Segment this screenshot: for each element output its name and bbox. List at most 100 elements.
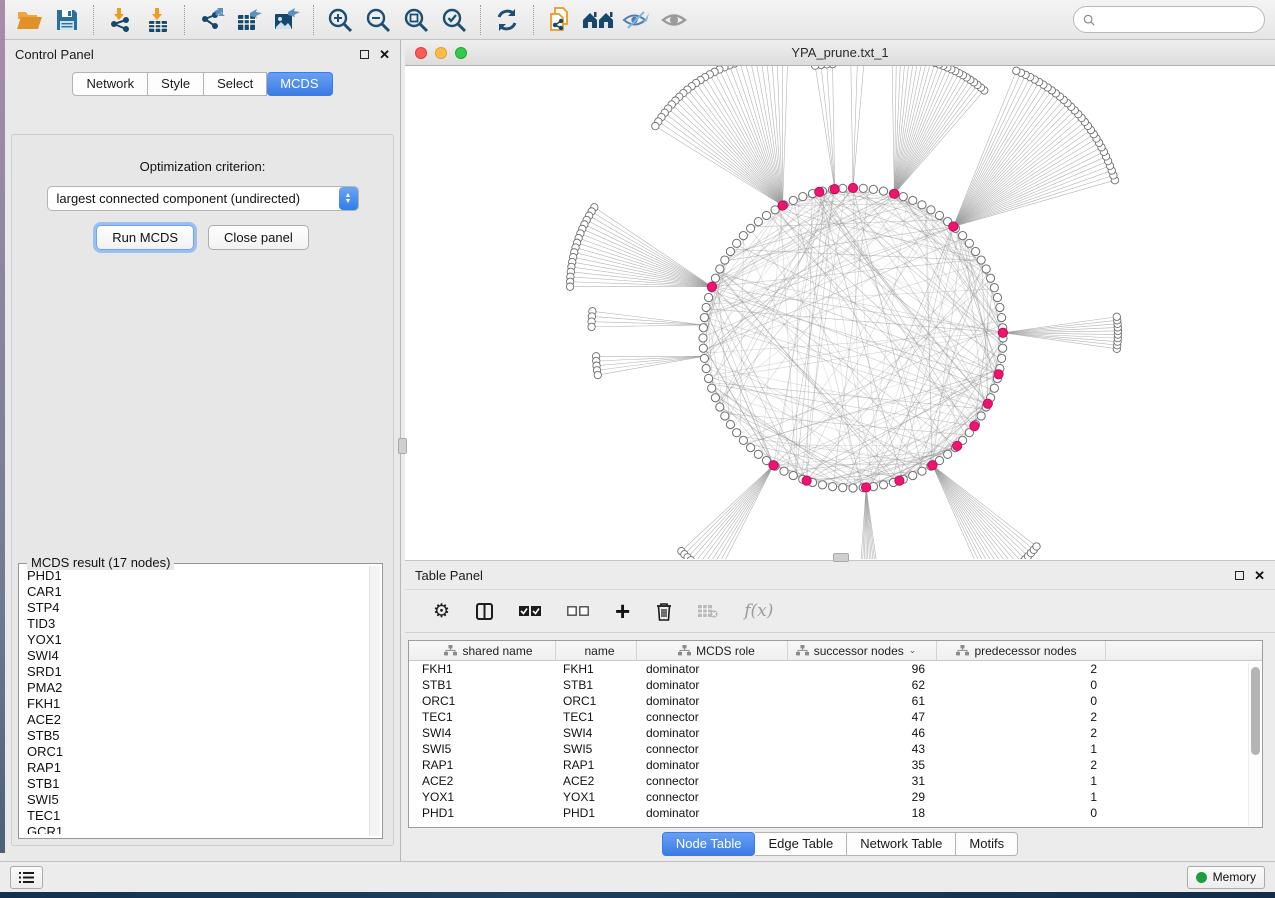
- mcds-result-item[interactable]: ORC1: [27, 744, 368, 760]
- export-image-icon[interactable]: [268, 3, 306, 37]
- export-network-icon[interactable]: [192, 3, 230, 37]
- zoom-fit-icon[interactable]: [397, 3, 435, 37]
- float-table-panel-icon[interactable]: [1235, 571, 1244, 580]
- mcds-result-item[interactable]: CAR1: [27, 584, 368, 600]
- zoom-selected-icon[interactable]: [435, 3, 473, 37]
- dominator-node[interactable]: [890, 189, 899, 198]
- dominator-node[interactable]: [928, 461, 937, 470]
- dominator-node[interactable]: [994, 370, 1003, 379]
- table-scrollbar[interactable]: [1248, 663, 1261, 826]
- tab-network-table[interactable]: Network Table: [847, 832, 956, 856]
- dominator-node[interactable]: [778, 201, 787, 210]
- optimization-criterion-select[interactable]: largest connected component (undirected)…: [47, 186, 359, 211]
- dominator-node[interactable]: [769, 461, 778, 470]
- gear-icon[interactable]: ⚙: [433, 600, 450, 623]
- select-all-icon[interactable]: [519, 606, 541, 617]
- mcds-result-item[interactable]: PHD1: [27, 568, 368, 584]
- mcds-result-list[interactable]: PHD1CAR1STP4TID3YOX1SWI4SRD1PMA2FKH1ACE2…: [27, 568, 368, 834]
- table-row[interactable]: TEC1TEC1connector472: [409, 709, 1262, 725]
- task-history-button[interactable]: [10, 866, 43, 889]
- dominator-node[interactable]: [802, 476, 811, 485]
- table-row[interactable]: STB1STB1dominator620: [409, 677, 1262, 693]
- table-row[interactable]: SWI4SWI4dominator462: [409, 725, 1262, 741]
- mcds-result-item[interactable]: STP4: [27, 600, 368, 616]
- dominator-node[interactable]: [848, 183, 857, 192]
- refresh-icon[interactable]: [488, 3, 526, 37]
- table-cell: STB1: [409, 678, 556, 692]
- horizontal-splitter-handle[interactable]: [833, 553, 849, 562]
- deselect-all-icon[interactable]: [567, 606, 589, 617]
- mcds-result-item[interactable]: STB5: [27, 728, 368, 744]
- zoom-out-icon[interactable]: [359, 3, 397, 37]
- table-row[interactable]: SWI5SWI5connector431: [409, 741, 1262, 757]
- mcds-result-item[interactable]: FKH1: [27, 696, 368, 712]
- tab-network[interactable]: Network: [72, 72, 148, 96]
- column-header-name[interactable]: name: [556, 641, 637, 660]
- mcds-result-item[interactable]: GCR1: [27, 824, 368, 834]
- column-header-shared-name[interactable]: shared name: [409, 641, 556, 660]
- mcds-result-item[interactable]: RAP1: [27, 760, 368, 776]
- table-row[interactable]: PHD1PHD1dominator180: [409, 805, 1262, 821]
- tab-edge-table[interactable]: Edge Table: [755, 832, 847, 856]
- open-folder-icon[interactable]: [10, 3, 48, 37]
- float-panel-icon[interactable]: [360, 50, 369, 59]
- show-all-icon[interactable]: [655, 3, 693, 37]
- table-row[interactable]: FKH1FKH1dominator962: [409, 661, 1262, 677]
- dominator-node[interactable]: [949, 222, 958, 231]
- tab-select[interactable]: Select: [204, 72, 267, 96]
- import-network-icon[interactable]: [101, 3, 139, 37]
- dominator-node[interactable]: [970, 422, 979, 431]
- close-panel-button[interactable]: Close panel: [208, 225, 309, 250]
- zoom-in-icon[interactable]: [321, 3, 359, 37]
- mcds-result-scrollbar[interactable]: [369, 566, 380, 836]
- dominator-node[interactable]: [983, 399, 992, 408]
- mcds-result-item[interactable]: SWI5: [27, 792, 368, 808]
- column-icon[interactable]: [476, 603, 493, 620]
- search-field[interactable]: [1073, 6, 1265, 33]
- run-mcds-button[interactable]: Run MCDS: [96, 225, 194, 250]
- network-window-titlebar[interactable]: YPA_prune.txt_1: [405, 40, 1275, 66]
- column-header-successor-nodes[interactable]: successor nodes ⌄: [788, 641, 937, 660]
- column-header-mcds-role[interactable]: MCDS role: [637, 641, 788, 660]
- new-network-from-selection-icon[interactable]: [541, 3, 579, 37]
- vertical-splitter-handle[interactable]: [398, 438, 407, 454]
- tab-style[interactable]: Style: [148, 72, 204, 96]
- delete-icon[interactable]: [656, 602, 672, 621]
- tab-mcds[interactable]: MCDS: [267, 72, 332, 96]
- network-canvas[interactable]: [405, 66, 1275, 559]
- import-table-icon[interactable]: [139, 3, 177, 37]
- table-row[interactable]: YOX1YOX1connector291: [409, 789, 1262, 805]
- dominator-node[interactable]: [830, 185, 839, 194]
- table-row[interactable]: ACE2ACE2connector311: [409, 773, 1262, 789]
- first-neighbors-icon[interactable]: [579, 3, 617, 37]
- search-input[interactable]: [1100, 13, 1255, 27]
- mcds-result-item[interactable]: SRD1: [27, 664, 368, 680]
- close-panel-icon[interactable]: ✕: [379, 48, 390, 61]
- add-icon[interactable]: +: [615, 602, 630, 620]
- hide-selected-icon[interactable]: [617, 3, 655, 37]
- mcds-result-item[interactable]: SWI4: [27, 648, 368, 664]
- mcds-result-item[interactable]: TID3: [27, 616, 368, 632]
- mcds-result-item[interactable]: STB1: [27, 776, 368, 792]
- dominator-node[interactable]: [861, 483, 870, 492]
- close-table-panel-icon[interactable]: ✕: [1254, 569, 1265, 582]
- table-row[interactable]: RAP1RAP1dominator352: [409, 757, 1262, 773]
- mcds-result-item[interactable]: TEC1: [27, 808, 368, 824]
- mcds-result-item[interactable]: PMA2: [27, 680, 368, 696]
- dominator-node[interactable]: [998, 328, 1007, 337]
- memory-button[interactable]: Memory: [1187, 866, 1265, 889]
- dominator-node[interactable]: [895, 476, 904, 485]
- tab-node-table[interactable]: Node Table: [662, 832, 756, 856]
- mcds-result-item[interactable]: ACE2: [27, 712, 368, 728]
- mcds-result-item[interactable]: YOX1: [27, 632, 368, 648]
- table-row[interactable]: ORC1ORC1dominator610: [409, 693, 1262, 709]
- column-header-predecessor-nodes[interactable]: predecessor nodes: [937, 641, 1106, 660]
- dominator-node[interactable]: [953, 441, 962, 450]
- dominator-node[interactable]: [815, 187, 824, 196]
- memory-label: Memory: [1213, 870, 1256, 884]
- tab-motifs[interactable]: Motifs: [956, 832, 1018, 856]
- save-icon[interactable]: [48, 3, 86, 37]
- export-table-icon[interactable]: [230, 3, 268, 37]
- dominator-node[interactable]: [707, 282, 716, 291]
- table-scrollbar-thumb[interactable]: [1251, 667, 1260, 755]
